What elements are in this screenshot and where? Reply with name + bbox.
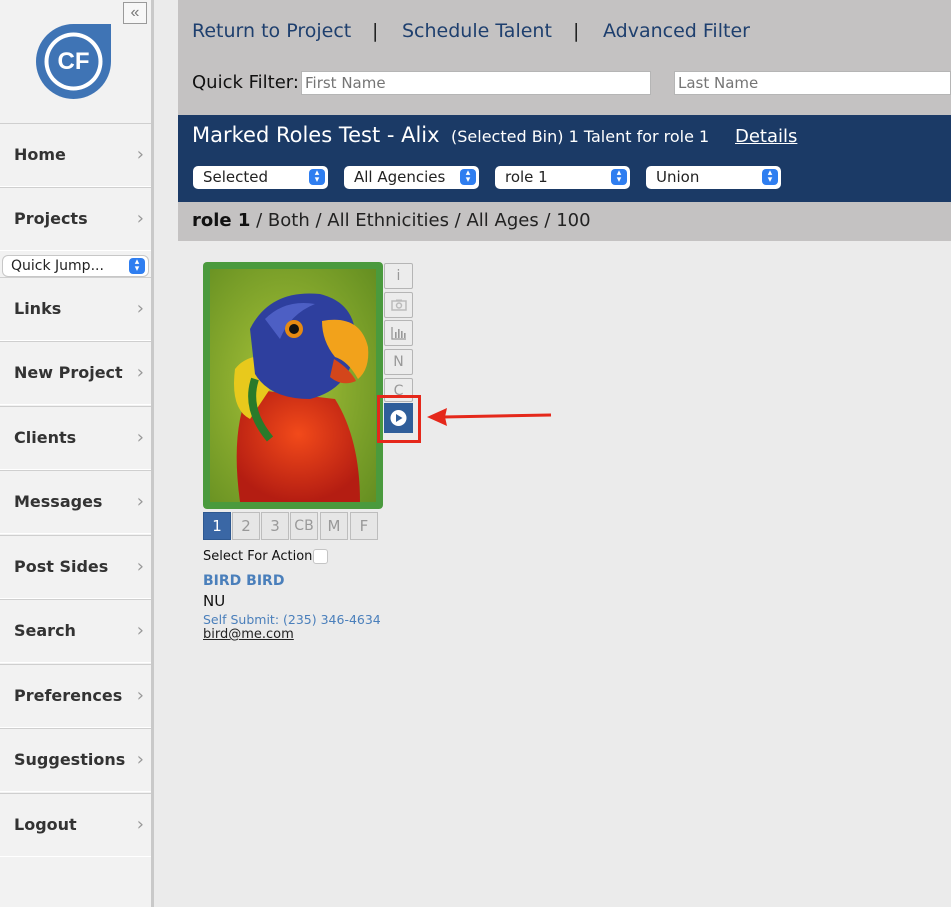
notes-icon: N <box>393 354 404 370</box>
sidebar-item-post-sides[interactable]: Post Sides › <box>0 535 151 599</box>
chevron-right-icon: › <box>136 362 144 383</box>
chevron-right-icon: › <box>136 144 144 165</box>
select-for-actions-label: Select For Actions <box>203 549 320 564</box>
sidebar-item-label: Suggestions <box>14 750 126 769</box>
chevron-right-icon: › <box>136 298 144 319</box>
link-separator: | <box>573 20 580 42</box>
sidebar-item-label: Links <box>14 299 62 318</box>
castingfrontier-logo[interactable]: CF <box>36 24 111 99</box>
talent-photo[interactable] <box>210 269 376 502</box>
first-name-input[interactable] <box>301 71 651 95</box>
talent-email-link[interactable]: bird@me.com <box>203 627 294 642</box>
schedule-talent-link[interactable]: Schedule Talent <box>402 20 552 42</box>
tab-f[interactable]: F <box>350 512 378 540</box>
advanced-filter-link[interactable]: Advanced Filter <box>603 20 750 42</box>
last-name-input[interactable] <box>674 71 951 95</box>
role-header: Marked Roles Test - Alix (Selected Bin) … <box>178 115 951 202</box>
sidebar: « CF Home › Projects › Quick Jump... ▴ ▾ … <box>0 0 154 907</box>
select-for-actions-checkbox[interactable] <box>313 549 328 564</box>
sidebar-item-label: New Project <box>14 363 123 382</box>
sidebar-item-label: Post Sides <box>14 557 109 576</box>
sidebar-item-label: Projects <box>14 209 88 228</box>
breadcrumb-role: role 1 <box>192 210 251 231</box>
chevron-right-icon: › <box>136 749 144 770</box>
tab-3[interactable]: 3 <box>261 512 289 540</box>
sidebar-item-new-project[interactable]: New Project › <box>0 341 151 405</box>
collapse-sidebar-button[interactable]: « <box>123 2 147 24</box>
sidebar-item-preferences[interactable]: Preferences › <box>0 664 151 728</box>
agency-select[interactable]: All Agencies ▴ ▾ <box>344 166 479 189</box>
select-stepper-icon: ▴ ▾ <box>460 168 476 185</box>
breadcrumb-criteria: / Both / All Ethnicities / All Ages / 10… <box>250 210 591 231</box>
details-link[interactable]: Details <box>735 126 797 147</box>
info-button[interactable]: i <box>384 263 413 289</box>
role-breadcrumb: role 1 / Both / All Ethnicities / All Ag… <box>178 202 951 241</box>
select-stepper-icon: ▴ ▾ <box>309 168 325 185</box>
notes-button[interactable]: N <box>384 349 413 375</box>
annotation-arrow-icon <box>427 408 552 426</box>
sidebar-item-label: Clients <box>14 428 77 447</box>
chevron-right-icon: › <box>136 814 144 835</box>
select-stepper-icon: ▴ ▾ <box>762 168 778 185</box>
link-separator: | <box>372 20 379 42</box>
double-chevron-left-icon: « <box>130 4 140 21</box>
breadcrumb-text: role 1 / Both / All Ethnicities / All Ag… <box>192 210 591 231</box>
bin-select-value: Selected <box>203 168 269 186</box>
role-select-value: role 1 <box>505 168 548 186</box>
parrot-photo <box>210 269 376 502</box>
sidebar-item-label: Messages <box>14 492 103 511</box>
role-select[interactable]: role 1 ▴ ▾ <box>495 166 630 189</box>
agency-select-value: All Agencies <box>354 168 446 186</box>
sidebar-item-home[interactable]: Home › <box>0 123 151 187</box>
sidebar-item-suggestions[interactable]: Suggestions › <box>0 728 151 792</box>
chevron-right-icon: › <box>136 556 144 577</box>
talent-name-link[interactable]: BIRD BIRD <box>203 573 284 589</box>
bin-select[interactable]: Selected ▴ ▾ <box>193 166 328 189</box>
photos-button[interactable] <box>384 292 413 318</box>
union-select-value: Union <box>656 168 700 186</box>
project-title: Marked Roles Test - Alix <box>192 123 440 147</box>
sidebar-item-label: Search <box>14 621 76 640</box>
tab-m[interactable]: M <box>320 512 348 540</box>
annotation-highlight-box <box>377 395 421 443</box>
sidebar-item-label: Logout <box>14 815 77 834</box>
union-select[interactable]: Union ▴ ▾ <box>646 166 781 189</box>
sidebar-item-messages[interactable]: Messages › <box>0 470 151 534</box>
chevron-right-icon: › <box>136 208 144 229</box>
talent-union-status: NU <box>203 592 226 610</box>
logo-text: CF <box>58 48 90 75</box>
sidebar-item-clients[interactable]: Clients › <box>0 406 151 470</box>
sidebar-item-label: Preferences <box>14 686 123 705</box>
sidebar-item-links[interactable]: Links › <box>0 277 151 341</box>
stats-button[interactable] <box>384 320 413 346</box>
quick-jump-value: Quick Jump... <box>11 258 104 274</box>
talent-photo-frame[interactable] <box>203 262 383 509</box>
top-toolbar: Return to Project | Schedule Talent | Ad… <box>178 0 951 115</box>
quick-filter-label: Quick Filter: <box>192 72 299 93</box>
select-stepper-icon: ▴ ▾ <box>129 257 145 274</box>
select-stepper-icon: ▴ ▾ <box>611 168 627 185</box>
logo-mark: CF <box>36 24 111 99</box>
bin-summary: (Selected Bin) 1 Talent for role 1 <box>451 127 710 146</box>
chevron-right-icon: › <box>136 620 144 641</box>
info-icon: i <box>396 268 401 284</box>
tab-cb[interactable]: CB <box>290 512 318 540</box>
talent-submission-info: Self Submit: (235) 346-4634 <box>203 612 381 627</box>
chevron-right-icon: › <box>136 685 144 706</box>
sidebar-item-projects[interactable]: Projects › <box>0 187 151 251</box>
chevron-right-icon: › <box>136 491 144 512</box>
return-to-project-link[interactable]: Return to Project <box>192 20 351 42</box>
chevron-right-icon: › <box>136 427 144 448</box>
bar-chart-icon <box>390 327 406 340</box>
tab-2[interactable]: 2 <box>232 512 260 540</box>
quick-jump-select[interactable]: Quick Jump... ▴ ▾ <box>3 256 148 276</box>
sidebar-item-label: Home <box>14 145 66 164</box>
sidebar-item-logout[interactable]: Logout › <box>0 793 151 857</box>
sidebar-item-search[interactable]: Search › <box>0 599 151 663</box>
camera-icon <box>390 299 407 311</box>
tab-1[interactable]: 1 <box>203 512 231 540</box>
